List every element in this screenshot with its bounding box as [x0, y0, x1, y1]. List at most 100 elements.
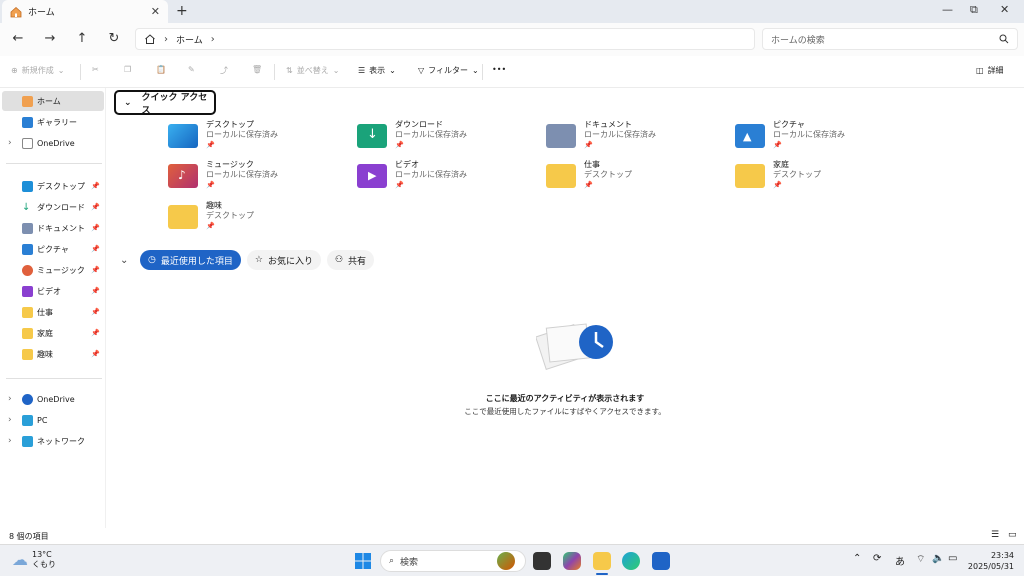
folder-tile-home[interactable]: 家庭 デスクトップ 📌	[735, 160, 915, 196]
folder-name: ドキュメント	[584, 120, 632, 129]
breadcrumb-home[interactable]: ホーム	[176, 33, 203, 46]
sidebar-item-network[interactable]: › ネットワーク	[2, 431, 104, 451]
pin-icon: 📌	[91, 224, 100, 232]
sort-icon: ⇅	[286, 66, 293, 75]
more-options-button[interactable]: •••	[492, 65, 506, 74]
sync-icon[interactable]: ⟳	[873, 553, 881, 564]
ime-indicator[interactable]: あ	[895, 553, 905, 568]
close-window-button[interactable]: ✕	[1000, 3, 1009, 16]
search-input[interactable]: ホームの検索	[762, 28, 1018, 50]
sidebar-item-onedrive-personal[interactable]: › OneDrive	[2, 133, 104, 153]
cut-icon[interactable]: ✂	[92, 65, 99, 74]
sort-button[interactable]: ⇅ 並べ替え ⌄	[286, 65, 339, 76]
sidebar-item-downloads[interactable]: ↓ ダウンロード 📌	[2, 197, 104, 217]
folder-tile-downloads[interactable]: ↓ ダウンロード ローカルに保存済み 📌	[357, 120, 537, 156]
command-bar: ⊕ 新規作成 ⌄ ✂ ❐ 📋 ✎ ⤴ 🗑 ⇅ 並べ替え ⌄ ☰ 表示 ⌄ ▽ フ…	[0, 56, 1024, 88]
sidebar-item-gallery[interactable]: ギャラリー	[2, 112, 104, 132]
new-button[interactable]: ⊕ 新規作成 ⌄	[11, 65, 64, 76]
music-icon	[22, 264, 33, 276]
task-view-icon[interactable]	[533, 552, 551, 570]
copilot-icon[interactable]	[563, 552, 581, 570]
tab-recent[interactable]: ◷ 最近使用した項目	[140, 250, 241, 270]
chevron-right-icon[interactable]: ›	[8, 138, 12, 148]
details-view-icon[interactable]: ☰	[991, 530, 999, 540]
sidebar-item-label: ホーム	[37, 96, 61, 106]
view-icon: ☰	[358, 66, 366, 75]
address-bar[interactable]: › ホーム ›	[135, 28, 755, 50]
clock[interactable]: 23:34 2025/05/31	[968, 550, 1014, 572]
maximize-button[interactable]: ⧉	[970, 3, 978, 17]
folder-tile-videos[interactable]: ▶ ビデオ ローカルに保存済み 📌	[357, 160, 537, 196]
pin-icon: 📌	[91, 287, 100, 295]
folder-tile-desktop[interactable]: デスクトップ ローカルに保存済み 📌	[168, 120, 348, 156]
folder-tile-music[interactable]: ♪ ミュージック ローカルに保存済み 📌	[168, 160, 348, 196]
music-folder-icon: ♪	[168, 164, 198, 188]
share-icon[interactable]: ⤴	[220, 65, 228, 76]
folder-tile-hobby[interactable]: 趣味 デスクトップ 📌	[168, 201, 348, 237]
folder-tile-pictures[interactable]: ▲ ピクチャ ローカルに保存済み 📌	[735, 120, 915, 156]
edge-icon[interactable]	[622, 552, 640, 570]
back-arrow-icon[interactable]: ←	[10, 31, 26, 46]
plus-circle-icon: ⊕	[11, 66, 18, 75]
weather-widget[interactable]: ☁ 13°C くもり	[12, 550, 56, 570]
folder-icon	[168, 205, 198, 229]
tiles-view-icon[interactable]: ▭	[1008, 530, 1017, 540]
view-button[interactable]: ☰ 表示 ⌄	[358, 65, 396, 76]
pin-icon: 📌	[91, 350, 100, 358]
quick-access-header[interactable]: ⌄ クイック アクセス	[114, 90, 216, 116]
folder-icon	[22, 348, 33, 360]
pin-icon: 📌	[91, 266, 100, 274]
sidebar-item-hobby[interactable]: 趣味 📌	[2, 344, 104, 364]
battery-icon[interactable]: ▭	[948, 553, 957, 564]
sidebar-item-videos[interactable]: ビデオ 📌	[2, 281, 104, 301]
folder-icon	[546, 164, 576, 188]
speaker-icon[interactable]: 🔈	[932, 553, 944, 564]
sort-label: 並べ替え	[296, 66, 329, 75]
refresh-icon[interactable]: ↻	[106, 31, 122, 46]
file-explorer-icon[interactable]	[593, 552, 611, 570]
wifi-icon[interactable]: ⌔	[916, 553, 925, 566]
copy-icon[interactable]: ❐	[124, 65, 131, 74]
minimize-button[interactable]: —	[942, 3, 953, 16]
sidebar-item-pictures[interactable]: ピクチャ 📌	[2, 239, 104, 259]
recent-activity-illustration	[536, 323, 613, 370]
pin-icon: 📌	[584, 141, 593, 149]
desktop-icon	[22, 180, 33, 192]
chevron-right-icon[interactable]: ›	[8, 436, 12, 446]
folder-name: 趣味	[206, 201, 222, 210]
folder-tile-work[interactable]: 仕事 デスクトップ 📌	[546, 160, 726, 196]
tab-favorites[interactable]: ☆ お気に入り	[246, 250, 321, 270]
folder-location: デスクトップ	[773, 170, 821, 179]
sidebar-item-music[interactable]: ミュージック 📌	[2, 260, 104, 280]
new-tab-button[interactable]: +	[176, 3, 188, 19]
sidebar-item-desktop[interactable]: デスクトップ 📌	[2, 176, 104, 196]
sidebar-item-work[interactable]: 仕事 📌	[2, 302, 104, 322]
up-arrow-icon[interactable]: ↑	[74, 31, 90, 46]
delete-icon[interactable]: 🗑	[252, 65, 262, 74]
search-highlight-icon[interactable]	[497, 552, 515, 570]
forward-arrow-icon[interactable]: →	[42, 31, 58, 46]
chevron-down-icon[interactable]: ⌄	[120, 255, 134, 266]
filter-button[interactable]: ▽ フィルター ⌄	[418, 65, 479, 76]
tab-shared[interactable]: ⚇ 共有	[326, 250, 375, 270]
sidebar-item-home[interactable]: ホーム	[2, 91, 104, 111]
details-button[interactable]: ◫ 詳細	[976, 65, 1004, 76]
tab-home[interactable]: ホーム ✕	[2, 0, 168, 23]
folder-location: ローカルに保存済み	[584, 130, 656, 139]
taskbar: ☁ 13°C くもり ⌕ 検索 ⌃ ⟳ あ ⌔ 🔈 ▭ 23:34 2025/0…	[0, 544, 1024, 576]
sidebar-item-label: デスクトップ	[37, 181, 85, 191]
chevron-right-icon[interactable]: ›	[211, 34, 215, 45]
start-windows-icon[interactable]	[354, 552, 372, 570]
pin-icon: 📌	[91, 245, 100, 253]
chevron-up-icon[interactable]: ⌃	[853, 553, 861, 564]
folder-tile-documents[interactable]: ドキュメント ローカルに保存済み 📌	[546, 120, 726, 156]
store-icon[interactable]	[652, 552, 670, 570]
sidebar-item-documents[interactable]: ドキュメント 📌	[2, 218, 104, 238]
tab-close-button[interactable]: ✕	[151, 5, 160, 18]
sidebar-item-label: 家庭	[37, 328, 53, 338]
folder-name: 仕事	[584, 160, 600, 169]
rename-icon[interactable]: ✎	[188, 65, 195, 74]
sidebar-item-home-folder[interactable]: 家庭 📌	[2, 323, 104, 343]
paste-icon[interactable]: 📋	[156, 65, 166, 74]
pin-icon: 📌	[91, 329, 100, 337]
